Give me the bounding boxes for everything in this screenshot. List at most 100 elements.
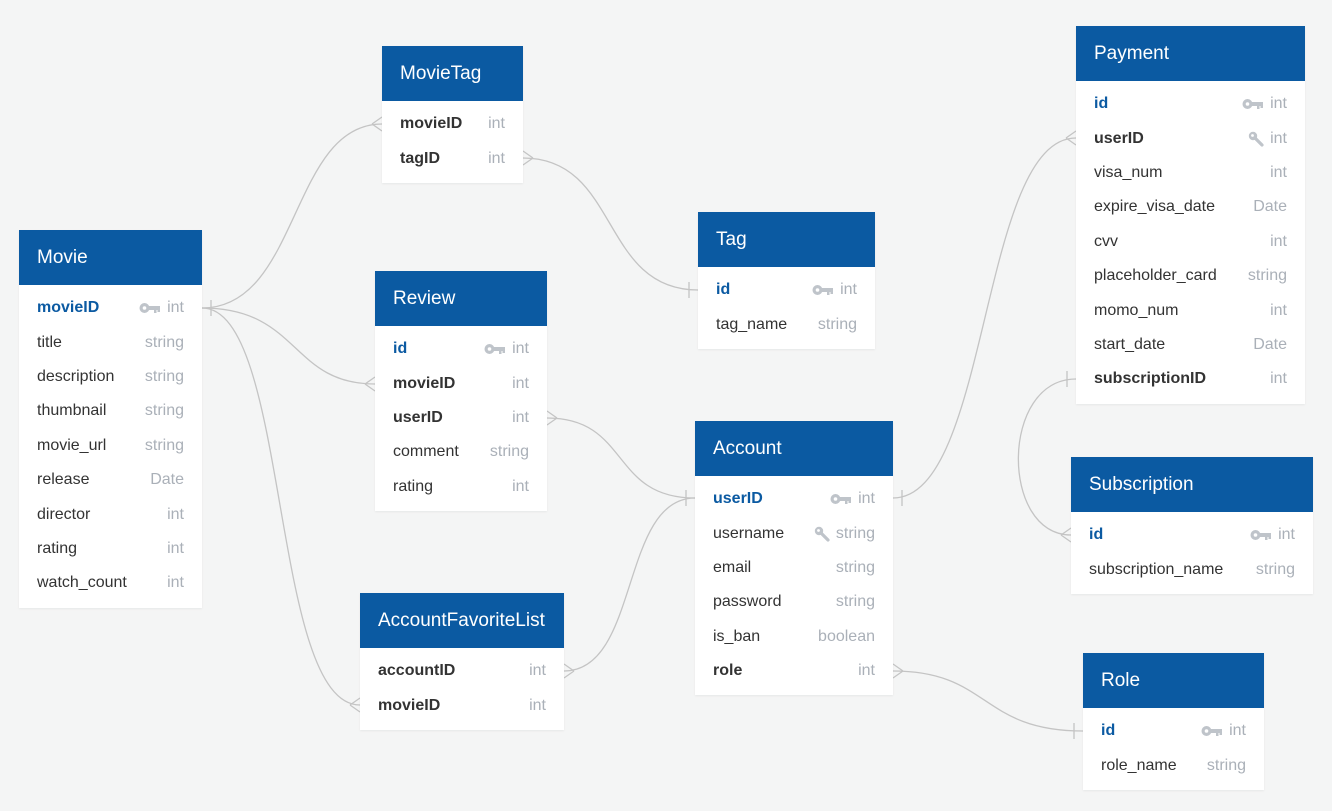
column-row[interactable]: title string (19, 325, 202, 359)
relation-movie-movietag[interactable] (201, 116, 383, 316)
column-row[interactable]: email string (695, 551, 893, 585)
column-type: string (144, 367, 184, 385)
relation-account-role[interactable] (892, 663, 1084, 739)
relation-favoritelist-account[interactable] (563, 497, 696, 679)
column-row[interactable]: start_date Date (1076, 328, 1305, 362)
column-name: role (713, 662, 743, 680)
column-row[interactable]: movieID int (375, 366, 547, 400)
column-name: placeholder_card (1094, 267, 1217, 285)
relation-account-payment[interactable] (892, 130, 1077, 506)
column-type: int (512, 408, 529, 426)
column-name: subscriptionID (1094, 370, 1207, 388)
table-header[interactable]: Subscription (1071, 457, 1313, 512)
primary-key-icon (830, 493, 852, 505)
column-row[interactable]: id int (1076, 87, 1305, 121)
column-row[interactable]: role int (695, 654, 893, 688)
column-type: int (512, 340, 529, 358)
table-header[interactable]: Role (1083, 653, 1264, 708)
column-name: email (713, 558, 752, 576)
column-row[interactable]: password string (695, 585, 893, 619)
column-row[interactable]: userID int (1076, 121, 1305, 155)
column-row[interactable]: userID int (695, 482, 893, 516)
table-movietag[interactable]: MovieTag movieID int tagID int (382, 46, 523, 183)
relation-movie-favoritelist[interactable] (201, 307, 361, 713)
column-name: userID (393, 408, 443, 426)
table-header[interactable]: Movie (19, 230, 202, 285)
column-row[interactable]: subscriptionID int (1076, 362, 1305, 396)
column-name: description (37, 367, 115, 385)
table-tag[interactable]: Tag id int tag_name string (698, 212, 875, 349)
column-row[interactable]: id int (375, 332, 547, 366)
column-type: int (167, 574, 184, 592)
table-columns: id int movieID int userID int comment string rat… (375, 326, 547, 511)
primary-key-icon (1250, 529, 1272, 541)
table-columns: id int userID int visa_num int expire_visa_dat… (1076, 81, 1305, 404)
column-row[interactable]: subscription_name string (1071, 552, 1313, 586)
column-row[interactable]: release Date (19, 463, 202, 497)
column-row[interactable]: watch_count int (19, 566, 202, 600)
column-row[interactable]: movie_url string (19, 429, 202, 463)
relation-review-account[interactable] (546, 410, 696, 506)
column-row[interactable]: expire_visa_date Date (1076, 190, 1305, 224)
column-row[interactable]: id int (698, 273, 875, 307)
column-name: accountID (378, 662, 456, 680)
table-columns: id int role_name string (1083, 708, 1264, 790)
table-columns: movieID int title string description string th… (19, 285, 202, 608)
column-row[interactable]: momo_num int (1076, 293, 1305, 327)
column-name: release (37, 471, 90, 489)
column-row[interactable]: id int (1071, 518, 1313, 552)
relation-payment-subscription[interactable] (1017, 371, 1077, 543)
column-row[interactable]: movieID int (360, 688, 564, 722)
table-header[interactable]: Payment (1076, 26, 1305, 81)
column-name: cvv (1094, 232, 1118, 250)
column-row[interactable]: movieID int (19, 291, 202, 325)
column-type: string (144, 436, 184, 454)
primary-key-icon (484, 343, 506, 355)
column-row[interactable]: rating int (19, 532, 202, 566)
column-row[interactable]: tagID int (382, 141, 523, 175)
column-row[interactable]: userID int (375, 401, 547, 435)
primary-key-icon (139, 302, 161, 314)
primary-key-icon (1201, 725, 1223, 737)
table-movie[interactable]: Movie movieID int title string description str… (19, 230, 202, 608)
table-payment[interactable]: Payment id int userID int visa_num int expire_v… (1076, 26, 1305, 404)
column-row[interactable]: tag_name string (698, 307, 875, 341)
column-name: id (1094, 95, 1109, 113)
column-type: string (835, 558, 875, 576)
column-row[interactable]: rating int (375, 470, 547, 504)
table-account[interactable]: Account userID int username string email strin… (695, 421, 893, 696)
column-type: int (1278, 526, 1295, 544)
table-role[interactable]: Role id int role_name string (1083, 653, 1264, 790)
primary-key-icon (1242, 98, 1264, 110)
column-row[interactable]: thumbnail string (19, 394, 202, 428)
column-type: int (858, 490, 875, 508)
column-row[interactable]: director int (19, 497, 202, 531)
column-row[interactable]: username string (695, 516, 893, 550)
column-row[interactable]: visa_num int (1076, 156, 1305, 190)
column-row[interactable]: comment string (375, 435, 547, 469)
relation-movietag-tag[interactable] (522, 150, 699, 298)
table-header[interactable]: AccountFavoriteList (360, 593, 564, 648)
column-type: int (858, 662, 875, 680)
column-row[interactable]: movieID int (382, 107, 523, 141)
column-type: int (488, 115, 505, 133)
column-row[interactable]: id int (1083, 714, 1264, 748)
table-subscription[interactable]: Subscription id int subscription_name string (1071, 457, 1313, 594)
column-row[interactable]: accountID int (360, 654, 564, 688)
column-type: int (1270, 370, 1287, 388)
column-row[interactable]: description string (19, 360, 202, 394)
column-row[interactable]: is_ban boolean (695, 620, 893, 654)
column-row[interactable]: role_name string (1083, 748, 1264, 782)
table-accountfavoritelist[interactable]: AccountFavoriteList accountID int movieID in… (360, 593, 564, 730)
column-row[interactable]: cvv int (1076, 225, 1305, 259)
column-type: string (489, 443, 529, 461)
table-header[interactable]: Account (695, 421, 893, 476)
table-columns: accountID int movieID int (360, 648, 564, 730)
table-header[interactable]: Tag (698, 212, 875, 267)
column-name: movieID (393, 374, 456, 392)
table-review[interactable]: Review id int movieID int userID int comment str… (375, 271, 547, 511)
column-row[interactable]: placeholder_card string (1076, 259, 1305, 293)
table-header[interactable]: MovieTag (382, 46, 523, 101)
table-header[interactable]: Review (375, 271, 547, 326)
relation-movie-review[interactable] (201, 307, 376, 392)
